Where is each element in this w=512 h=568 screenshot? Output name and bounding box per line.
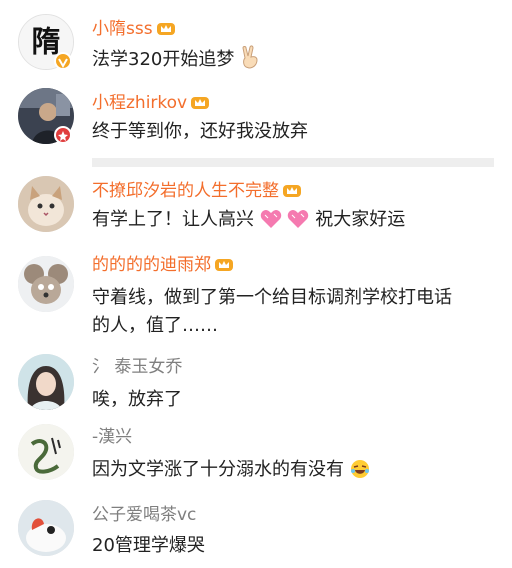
- heart-icon: [260, 209, 282, 238]
- comment-item: 小程zhirkov 终于等到你，还好我没放弃: [0, 82, 512, 162]
- comment-text: 有学上了！让人高兴 祝大家好运: [92, 206, 442, 238]
- comment-item: -漢兴 因为文学涨了十分溺水的有没有: [0, 424, 512, 494]
- username[interactable]: 的的的的迪雨郑: [92, 254, 234, 276]
- calligraphy-avatar-image: [18, 424, 74, 480]
- comment-text: 因为文学涨了十分溺水的有没有: [92, 456, 442, 488]
- mouse-avatar-image: [18, 256, 74, 312]
- username-text[interactable]: 的的的的迪雨郑: [92, 255, 211, 275]
- username[interactable]: 小隋sss: [92, 18, 176, 40]
- username[interactable]: 氵 泰玉女乔: [92, 356, 182, 378]
- comment-item: 隋 小隋sss 法学320开始追梦: [0, 0, 512, 80]
- username-text[interactable]: 小隋sss: [92, 19, 153, 39]
- comment-text: 法学320开始追梦: [92, 45, 442, 78]
- photo-avatar-image: [18, 354, 74, 410]
- username[interactable]: 不撩邱汐岩的人生不完整: [92, 180, 302, 202]
- comment-text: 守着线，做到了第一个给目标调剂学校打电话的人，值了……: [92, 287, 452, 336]
- username-text[interactable]: 不撩邱汐岩的人生不完整: [92, 181, 279, 201]
- cat-avatar-image: [18, 176, 74, 232]
- comment-item: 的的的的迪雨郑 守着线，做到了第一个给目标调剂学校打电话的人，值了……: [0, 250, 512, 350]
- photo-avatar-image: [18, 500, 74, 556]
- comment-text: 唉，放弃了: [92, 389, 182, 410]
- heart-icon: [287, 209, 309, 238]
- username[interactable]: 公子爱喝茶vc: [92, 504, 196, 526]
- section-divider: [92, 158, 494, 167]
- avatar[interactable]: [18, 424, 74, 480]
- verified-badge-icon: [54, 52, 72, 70]
- comment-text-body: 因为文学涨了十分溺水的有没有: [92, 459, 344, 480]
- comment-item: 氵 泰玉女乔 唉，放弃了: [0, 350, 512, 422]
- comment-text-body: 法学320开始追梦: [92, 49, 235, 70]
- username[interactable]: 小程zhirkov: [92, 92, 210, 114]
- laughing-tears-emoji-icon: [350, 459, 370, 488]
- comment-text: 20管理学爆哭: [92, 535, 205, 556]
- crown-icon: [190, 93, 210, 111]
- username-text[interactable]: 小程zhirkov: [92, 93, 187, 113]
- victory-hand-icon: [240, 45, 262, 78]
- username[interactable]: -漢兴: [92, 426, 132, 448]
- avatar[interactable]: [18, 354, 74, 410]
- comment-text: 终于等到你，还好我没放弃: [92, 121, 308, 142]
- comment-item: 不撩邱汐岩的人生不完整 有学上了！让人高兴 祝大家好运: [0, 170, 512, 248]
- avatar[interactable]: [18, 256, 74, 312]
- crown-icon: [282, 181, 302, 199]
- comment-text-part: 有学上了！让人高兴: [92, 209, 254, 230]
- avatar[interactable]: [18, 176, 74, 232]
- crown-icon: [214, 255, 234, 273]
- comment-text-part: 祝大家好运: [315, 209, 406, 230]
- comment-item: 公子爱喝茶vc 20管理学爆哭: [0, 496, 512, 568]
- avatar[interactable]: [18, 500, 74, 556]
- crown-icon: [156, 19, 176, 37]
- star-badge-icon: [54, 126, 72, 144]
